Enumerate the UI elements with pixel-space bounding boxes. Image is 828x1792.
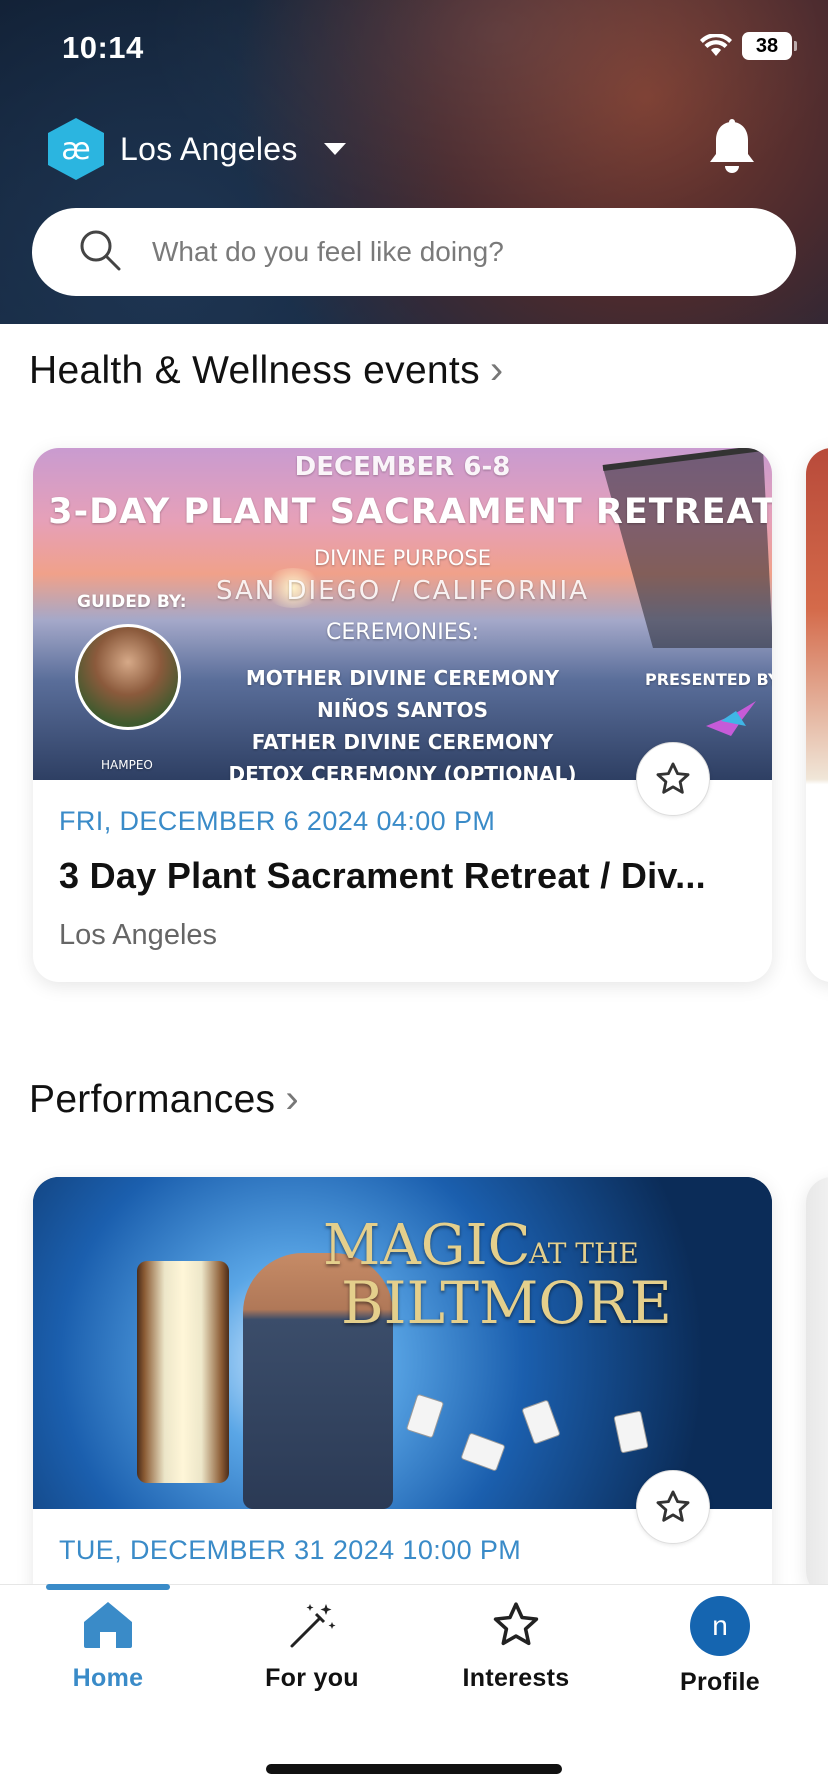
home-indicator [266, 1764, 562, 1774]
image-text-ceremony-2: NIÑOS SANTOS [317, 698, 488, 722]
hummingbird-logo-icon [706, 701, 756, 736]
section-title-text: Health & Wellness events [29, 348, 480, 392]
svg-text:æ: æ [61, 132, 90, 167]
tab-label: For you [265, 1664, 359, 1692]
hourglass-graphic [137, 1261, 229, 1483]
image-text-subtitle: DIVINE PURPOSE [314, 546, 491, 570]
location-selector[interactable]: æ Los Angeles [44, 116, 346, 182]
active-tab-indicator [46, 1584, 170, 1590]
search-icon [78, 228, 122, 277]
section-title-performances[interactable]: Performances › [29, 1077, 299, 1122]
next-card-peek[interactable] [806, 1177, 828, 1597]
tab-home[interactable]: Home [28, 1600, 188, 1693]
image-text-headline: 3-DAY PLANT SACRAMENT RETREAT [48, 492, 772, 532]
star-outline-icon [656, 762, 690, 794]
notification-bell-icon[interactable] [706, 118, 758, 181]
favorite-star-button[interactable] [636, 1470, 710, 1544]
event-card-retreat[interactable]: DECEMBER 6-8 3-DAY PLANT SACRAMENT RETRE… [33, 448, 772, 982]
tab-label: Home [72, 1664, 144, 1692]
tab-label: Interests [462, 1664, 570, 1692]
image-text-ceremonies: CEREMONIES: [326, 620, 479, 645]
event-title: 3 Day Plant Sacrament Retreat / Div... [59, 855, 706, 896]
star-icon [493, 1602, 539, 1646]
image-text-presented-by: PRESENTED BY: [645, 670, 772, 689]
home-icon [84, 1602, 132, 1648]
image-text-biltmore: BILTMORE [341, 1269, 672, 1337]
avatar: n [690, 1596, 750, 1656]
tab-profile[interactable]: n Profile [640, 1596, 800, 1697]
location-name: Los Angeles [120, 130, 298, 167]
chevron-right-icon: › [285, 1077, 299, 1121]
image-text-guided-by: GUIDED BY: [77, 592, 187, 612]
app-logo-icon: æ [48, 118, 104, 180]
star-outline-icon [656, 1490, 690, 1522]
event-location: Los Angeles [59, 919, 218, 951]
home-screen: 10:14 38 æ Los Angeles What do you feel … [0, 0, 828, 1792]
section-title-text: Performances [29, 1077, 276, 1121]
image-text-dates: DECEMBER 6-8 [294, 452, 511, 482]
next-card-peek[interactable] [806, 448, 828, 982]
battery-icon: 38 [742, 32, 797, 60]
event-date: FRI, DECEMBER 6 2024 04:00 PM [59, 806, 496, 836]
wifi-icon [700, 34, 732, 58]
header-banner: 10:14 38 æ Los Angeles [0, 0, 828, 324]
status-time: 10:14 [62, 30, 144, 65]
chevron-right-icon: › [489, 348, 504, 392]
chevron-down-icon [323, 143, 346, 155]
tab-for-you[interactable]: For you [232, 1600, 392, 1693]
section-title-health-wellness[interactable]: Health & Wellness events › [29, 348, 504, 393]
search-input[interactable] [152, 236, 752, 268]
image-text-guide-name: HAMPEO [101, 758, 153, 772]
tab-label: Profile [680, 1668, 760, 1696]
event-card-magic[interactable]: MAGIC AT THE BILTMORE TUE, DECEMBER 31 2… [33, 1177, 772, 1637]
tab-interests[interactable]: Interests [436, 1600, 596, 1693]
magic-wand-icon [290, 1604, 336, 1648]
search-bar[interactable] [32, 208, 796, 296]
image-text-at-the: AT THE [529, 1237, 639, 1270]
event-image-retreat: DECEMBER 6-8 3-DAY PLANT SACRAMENT RETRE… [33, 448, 772, 780]
status-bar-icons: 38 [700, 32, 797, 60]
event-date: TUE, DECEMBER 31 2024 10:00 PM [59, 1535, 522, 1565]
favorite-star-button[interactable] [636, 742, 710, 816]
event-image-magic: MAGIC AT THE BILTMORE [33, 1177, 772, 1509]
